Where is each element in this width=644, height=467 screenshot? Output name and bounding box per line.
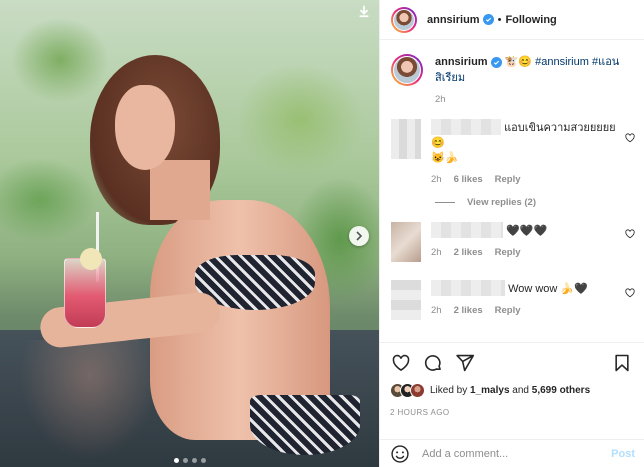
- header-separator: •: [497, 13, 502, 26]
- reply-button[interactable]: Reply: [495, 305, 521, 316]
- comment-like-heart-icon[interactable]: [625, 133, 635, 143]
- hashtag-link[interactable]: #annsirium: [535, 56, 589, 68]
- commenter-username-blurred[interactable]: [431, 222, 503, 238]
- post-comment-button[interactable]: Post: [611, 448, 635, 460]
- comment-icon[interactable]: [422, 352, 444, 374]
- comment-item: 🖤🖤🖤 2h 2 likes Reply: [380, 222, 644, 262]
- comment-item: แอบเขินความสวยยยยย😊 😺🍌 2h 6 likes Reply: [380, 119, 644, 185]
- avatar[interactable]: [391, 6, 417, 33]
- emoji-icon[interactable]: [390, 444, 410, 464]
- download-icon[interactable]: [355, 2, 373, 20]
- comment-meta: 2h 2 likes Reply: [431, 247, 619, 258]
- carousel-dot: [200, 458, 206, 463]
- likes-prefix: Liked by: [430, 385, 471, 396]
- comment-body: Wow wow 🍌🖤: [508, 283, 588, 295]
- caption-username[interactable]: annsirium: [435, 56, 488, 68]
- chevron-right-icon: [356, 231, 363, 241]
- comment-likes[interactable]: 6 likes: [454, 174, 483, 185]
- avatar[interactable]: [391, 54, 423, 86]
- heart-icon[interactable]: [390, 352, 412, 374]
- table-reflection: [20, 340, 160, 460]
- post-header: annsirium • Following: [380, 0, 644, 40]
- caption-emojis: 🐮😊: [504, 56, 533, 68]
- comment-meta: 2h 6 likes Reply: [431, 174, 619, 185]
- photo-neck: [150, 160, 210, 220]
- share-icon[interactable]: [454, 352, 476, 374]
- caption-time[interactable]: 2h: [435, 94, 625, 105]
- photo-garnish: [80, 248, 102, 270]
- liker-username[interactable]: 1_malys: [470, 385, 509, 396]
- comment-time[interactable]: 2h: [431, 174, 442, 185]
- comment-body-line2: 😺🍌: [431, 152, 459, 164]
- commenter-avatar[interactable]: [391, 222, 421, 262]
- comment-text: Wow wow 🍌🖤: [431, 280, 619, 297]
- photo-bikini-bottom: [250, 395, 360, 455]
- comment-likes[interactable]: 2 likes: [454, 247, 483, 258]
- verified-badge-icon: [490, 57, 502, 68]
- reply-button[interactable]: Reply: [495, 174, 521, 185]
- photo-face: [115, 85, 175, 170]
- likes-others-link[interactable]: 5,699 others: [532, 385, 590, 396]
- comment-input[interactable]: [422, 447, 612, 460]
- comment-time[interactable]: 2h: [431, 305, 442, 316]
- carousel-dot: [191, 458, 197, 463]
- comment-likes[interactable]: 2 likes: [454, 305, 483, 316]
- add-comment-bar: Post: [380, 439, 644, 467]
- commenter-avatar[interactable]: [391, 119, 421, 159]
- liker-avatars[interactable]: [390, 383, 425, 398]
- reply-button[interactable]: Reply: [495, 247, 521, 258]
- carousel-next-button[interactable]: [349, 226, 369, 246]
- comment-like-heart-icon[interactable]: [625, 229, 635, 239]
- bookmark-icon[interactable]: [611, 352, 633, 374]
- post-actions: Liked by 1_malys and 5,699 others 2 HOUR…: [380, 342, 644, 417]
- commenter-username-blurred[interactable]: [431, 119, 501, 135]
- post-timestamp[interactable]: 2 HOURS AGO: [390, 408, 635, 417]
- comment-meta: 2h 2 likes Reply: [431, 305, 619, 316]
- commenter-username-blurred[interactable]: [431, 280, 505, 296]
- carousel-indicator: [0, 458, 379, 463]
- post-media[interactable]: [0, 0, 379, 467]
- comment-text: แอบเขินความสวยยยยย😊 😺🍌: [431, 119, 619, 166]
- view-replies-button[interactable]: View replies (2): [435, 197, 644, 208]
- comment-item: Wow wow 🍌🖤 2h 2 likes Reply: [380, 280, 644, 320]
- following-button[interactable]: Following: [505, 14, 556, 26]
- likes-middle: and: [509, 385, 532, 396]
- likes-summary: Liked by 1_malys and 5,699 others: [390, 383, 635, 398]
- comment-like-heart-icon[interactable]: [625, 288, 635, 298]
- action-icons: [390, 351, 635, 375]
- verified-badge-icon: [482, 14, 494, 25]
- comment-body: 🖤🖤🖤: [506, 225, 548, 237]
- post-side-panel: annsirium • Following annsirium 🐮😊 #anns…: [379, 0, 644, 467]
- comments-list[interactable]: annsirium 🐮😊 #annsirium #แอนสิเรียม 2h แ…: [380, 40, 644, 342]
- carousel-dot: [173, 458, 179, 463]
- carousel-dot: [182, 458, 188, 463]
- caption-text: annsirium 🐮😊 #annsirium #แอนสิเรียม: [435, 54, 625, 86]
- caption: annsirium 🐮😊 #annsirium #แอนสิเรียม 2h: [380, 40, 644, 105]
- comment-text: 🖤🖤🖤: [431, 222, 619, 239]
- header-username[interactable]: annsirium: [427, 14, 480, 26]
- comment-time[interactable]: 2h: [431, 247, 442, 258]
- commenter-avatar[interactable]: [391, 280, 421, 320]
